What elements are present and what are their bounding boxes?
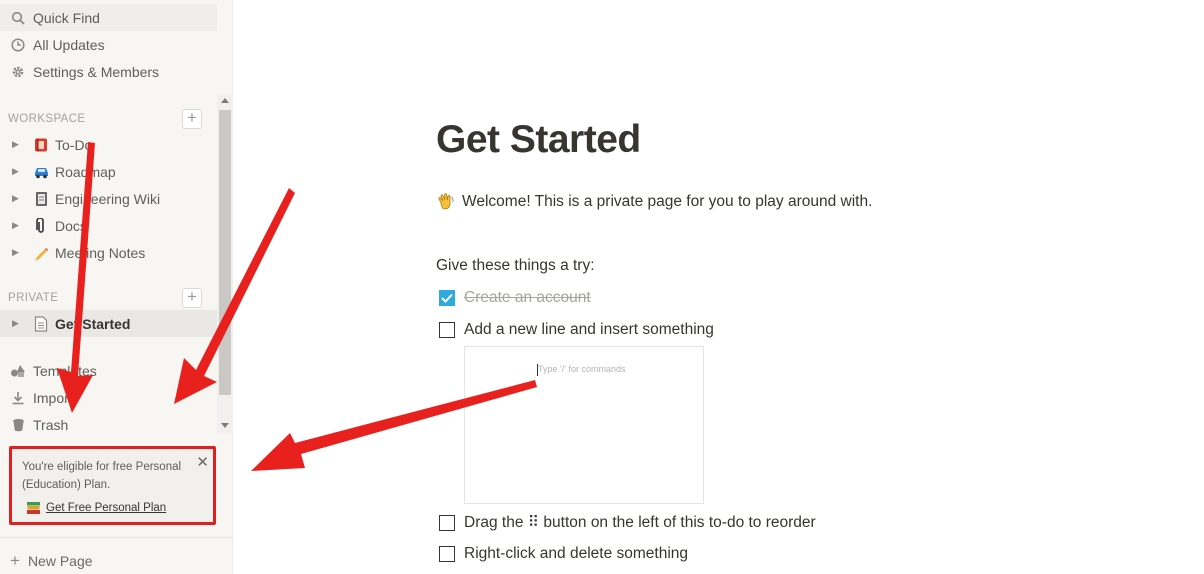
import-button[interactable]: Import <box>0 384 217 411</box>
sidebar-page-get-started[interactable]: ▶ Get Started <box>0 310 217 337</box>
todo-item[interactable]: Drag the ⠿ button on the left of this to… <box>439 513 816 532</box>
add-workspace-page-button[interactable]: + <box>182 109 202 129</box>
todo-item[interactable]: Add a new line and insert something <box>439 321 714 339</box>
search-icon <box>10 10 26 26</box>
sidebar-divider <box>0 537 233 538</box>
sidebar-page-roadmap[interactable]: ▶ Roadmap <box>0 158 217 185</box>
get-free-plan-link[interactable]: Get Free Personal Plan <box>26 501 166 515</box>
promo-link-label: Get Free Personal Plan <box>46 502 167 514</box>
new-page-button[interactable]: + New Page <box>10 551 93 571</box>
todo-item[interactable]: Right-click and delete something <box>439 545 688 563</box>
command-placeholder: Type '/' for commands <box>538 364 626 374</box>
sidebar-page-todo[interactable]: ▶ To-Do <box>0 131 217 158</box>
checkmark-icon <box>441 293 453 303</box>
download-icon <box>10 390 26 406</box>
expand-triangle-icon[interactable]: ▶ <box>12 247 22 258</box>
expand-triangle-icon[interactable]: ▶ <box>12 166 22 177</box>
sidebar-page-label: Roadmap <box>55 163 116 180</box>
welcome-paragraph[interactable]: Welcome! This is a private page for you … <box>436 192 872 212</box>
page-title[interactable]: Get Started <box>436 118 641 162</box>
scroll-up-arrow-icon[interactable] <box>221 98 229 103</box>
sidebar-page-label: Docs <box>55 217 87 234</box>
todo-label: Drag the ⠿ button on the left of this to… <box>464 514 816 531</box>
sidebar-page-docs[interactable]: ▶ Docs <box>0 212 217 239</box>
scroll-down-arrow-icon[interactable] <box>221 423 229 428</box>
sidebar-scrollbar[interactable] <box>217 95 233 433</box>
todo-label: Add a new line and insert something <box>464 321 714 338</box>
settings-members-button[interactable]: Settings & Members <box>0 58 217 85</box>
expand-triangle-icon[interactable]: ▶ <box>12 139 22 150</box>
checkbox[interactable] <box>439 322 455 338</box>
notebook-icon <box>32 190 50 208</box>
sidebar-page-meeting-notes[interactable]: ▶ Meeting Notes <box>0 239 217 266</box>
waving-hand-icon <box>436 192 456 212</box>
todo-item[interactable]: Create an account <box>439 289 591 307</box>
trash-button[interactable]: Trash <box>0 411 217 438</box>
try-heading[interactable]: Give these things a try: <box>436 257 595 275</box>
sidebar-page-label: To-Do <box>55 136 93 153</box>
new-page-label: New Page <box>27 553 93 569</box>
settings-members-label: Settings & Members <box>33 63 160 80</box>
sidebar-page-engineering-wiki[interactable]: ▶ Engineering Wiki <box>0 185 217 212</box>
car-icon <box>32 163 50 181</box>
expand-triangle-icon[interactable]: ▶ <box>12 193 22 204</box>
workspace-section-label: WORKSPACE <box>8 113 86 125</box>
templates-button[interactable]: Templates <box>0 357 217 384</box>
all-updates-button[interactable]: All Updates <box>0 31 217 58</box>
checkbox[interactable] <box>439 514 455 531</box>
books-icon <box>26 501 41 515</box>
scrollbar-thumb[interactable] <box>219 110 231 395</box>
free-plan-promo: You're eligible for free Personal (Educa… <box>9 446 216 525</box>
expand-triangle-icon[interactable]: ▶ <box>12 318 22 329</box>
promo-text: You're eligible for free Personal (Educa… <box>22 461 182 491</box>
templates-label: Templates <box>33 362 97 379</box>
sidebar-page-label: Engineering Wiki <box>55 190 161 207</box>
sidebar: Quick Find All Updates Settings & Member… <box>0 0 233 574</box>
trash-icon <box>10 417 26 433</box>
todo-book-icon <box>32 136 50 154</box>
paperclip-icon <box>32 217 50 235</box>
embedded-editor-block[interactable]: Type '/' for commands <box>464 346 704 504</box>
welcome-text: Welcome! This is a private page for you … <box>462 193 873 210</box>
add-private-page-button[interactable]: + <box>182 288 202 308</box>
gear-icon <box>10 64 26 80</box>
import-label: Import <box>33 389 73 406</box>
todo-label: Right-click and delete something <box>464 545 689 562</box>
plus-icon: + <box>10 551 20 570</box>
checkbox[interactable] <box>439 546 455 562</box>
todo-label: Create an account <box>464 289 591 306</box>
all-updates-label: All Updates <box>33 36 105 53</box>
quick-find-button[interactable]: Quick Find <box>0 4 217 31</box>
pencil-icon <box>32 244 50 262</box>
sidebar-page-label: Meeting Notes <box>55 244 146 261</box>
trash-label: Trash <box>33 416 69 433</box>
shapes-icon <box>10 363 26 379</box>
clock-icon <box>10 37 26 53</box>
private-section-label: PRIVATE <box>8 292 59 304</box>
quick-find-label: Quick Find <box>33 9 100 26</box>
expand-triangle-icon[interactable]: ▶ <box>12 220 22 231</box>
close-icon[interactable]: ✕ <box>196 453 209 471</box>
checkbox-checked[interactable] <box>439 290 455 306</box>
page-icon <box>32 315 50 333</box>
sidebar-page-label: Get Started <box>55 315 131 332</box>
